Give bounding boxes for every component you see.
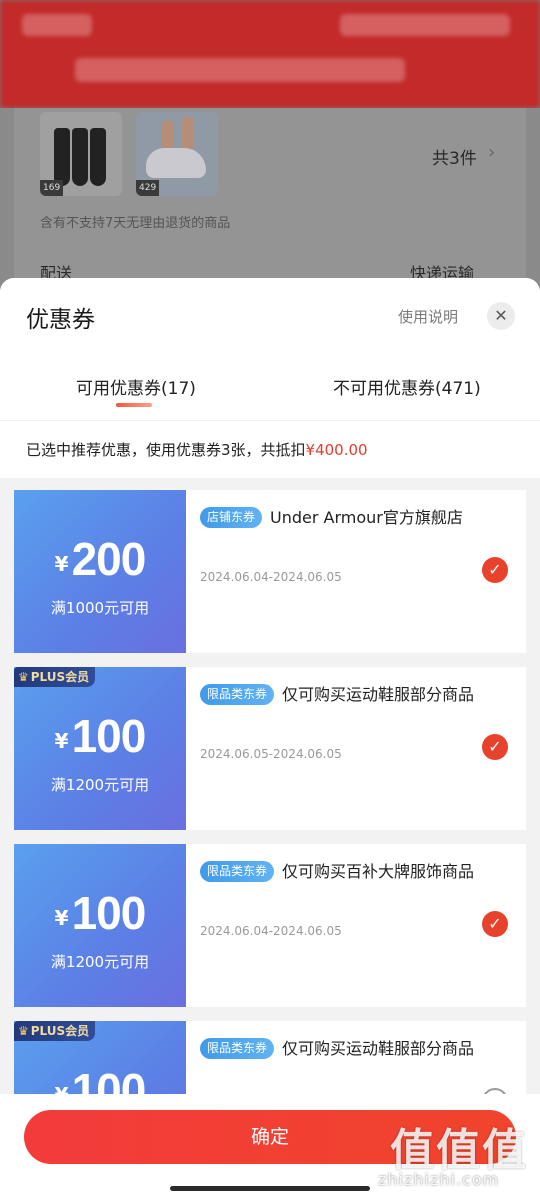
coupon-condition: 满1200元可用 (50, 776, 150, 794)
return-policy-note: 含有不支持7天无理由退货的商品 (40, 216, 231, 231)
watermark-url: zhizhizhi.com (378, 1170, 500, 1189)
coupon-validity-date: 2024.06.05-2024.06.05 (200, 747, 342, 761)
coupon-amount: ¥100 (14, 709, 186, 763)
coupon-amount-value: 100 (71, 710, 147, 762)
active-tab-indicator (116, 403, 152, 407)
coupon-type-badge: 限品类东券 (200, 861, 275, 882)
yen-symbol: ¥ (54, 906, 69, 930)
tab-available-coupons[interactable]: 可用优惠券(17) (76, 374, 196, 399)
coupon-info-panel: 限品类东券 仅可购买运动鞋服部分商品 2024.06.05-2024.06.05 … (186, 667, 526, 830)
coupon-card[interactable]: ¥200 满1000元可用 店铺东券 Under Armour官方旗舰店 2024… (10, 490, 526, 653)
plus-label: PLUS会员 (30, 1024, 90, 1038)
coupon-amount-value: 200 (71, 533, 147, 585)
sheet-header: 优惠券 使用说明 ✕ 可用优惠券(17) 不可用优惠券(471) (0, 278, 540, 420)
chevron-right-icon[interactable]: › (488, 142, 495, 163)
checkmark-icon[interactable]: ✓ (482, 557, 508, 583)
coupon-title-text: 仅可购买百补大牌服饰商品 (282, 862, 475, 881)
watermark-logo: 值值值 (390, 1125, 528, 1176)
coupon-condition: 满1200元可用 (50, 953, 150, 971)
coupon-amount: ¥100 (14, 886, 186, 940)
summary-amount: ¥400.00 (305, 441, 368, 459)
plus-member-tag: ♛ PLUS会员 (14, 1021, 96, 1041)
checkmark-icon[interactable]: ✓ (482, 734, 508, 760)
yen-symbol: ¥ (54, 729, 69, 753)
usage-instructions-link[interactable]: 使用说明 (398, 306, 458, 327)
item-count[interactable]: 共3件 (432, 144, 477, 169)
coupon-info-panel: 限品类东券 仅可购买百补大牌服饰商品 2024.06.04-2024.06.05 … (186, 844, 526, 1007)
summary-prefix: 已选中推荐优惠，使用优惠券3张，共抵扣 (26, 441, 306, 459)
coupon-value-panel: ¥100 满1200元可用 (10, 667, 186, 830)
summary-text: 已选中推荐优惠，使用优惠券3张，共抵扣¥400.00 (26, 439, 368, 460)
coupon-title-text: Under Armour官方旗舰店 (270, 508, 463, 527)
coupon-type-badge: 限品类东券 (200, 1038, 275, 1059)
coupon-title: 限品类东券 仅可购买百补大牌服饰商品 (200, 858, 490, 885)
sheet-title: 优惠券 (26, 307, 95, 333)
coupon-card[interactable]: ¥100 满1200元可用 ♛ PLUS会员 限品类东券 仅可购买运动鞋服部分商品 … (10, 667, 526, 830)
coupon-title: 店铺东券 Under Armour官方旗舰店 (200, 504, 490, 531)
coupon-value-panel: ¥200 满1000元可用 (10, 490, 186, 653)
coupon-amount: ¥200 (14, 532, 186, 586)
coupon-type-badge: 店铺东券 (200, 507, 263, 528)
coupon-type-badge: 限品类东券 (200, 684, 275, 705)
coupon-title: 限品类东券 仅可购买运动鞋服部分商品 (200, 1035, 490, 1062)
product-thumbnail-socks[interactable]: 169 (40, 112, 122, 196)
coupon-title: 限品类东券 仅可购买运动鞋服部分商品 (200, 681, 490, 708)
sock-image (72, 128, 88, 186)
page-title-blurred (75, 58, 405, 82)
status-bar-icons (340, 14, 510, 36)
checkmark-icon[interactable]: ✓ (482, 911, 508, 937)
coupon-title-text: 仅可购买运动鞋服部分商品 (282, 685, 475, 704)
shoe-image (146, 148, 206, 178)
crown-icon: ♛ (18, 1024, 29, 1038)
tab-unavailable-coupons[interactable]: 不可用优惠券(471) (333, 374, 481, 399)
coupon-validity-date: 2024.06.04-2024.06.05 (200, 924, 342, 938)
coupon-validity-date: 2024.06.04-2024.06.05 (200, 570, 342, 584)
sock-image (54, 128, 70, 186)
coupon-amount-value: 100 (71, 887, 147, 939)
coupon-sheet: 优惠券 使用说明 ✕ 可用优惠券(17) 不可用优惠券(471) 已选中推荐优惠… (0, 278, 540, 1200)
coupon-condition: 满1000元可用 (50, 599, 150, 617)
coupon-info-panel: 店铺东券 Under Armour官方旗舰店 2024.06.04-2024.06… (186, 490, 526, 653)
product-thumbnail-shoes[interactable]: 429 (136, 112, 218, 196)
crown-icon: ♛ (18, 670, 29, 684)
plus-member-tag: ♛ PLUS会员 (14, 667, 96, 687)
status-bar-time (22, 14, 92, 36)
selection-summary: 已选中推荐优惠，使用优惠券3张，共抵扣¥400.00 (0, 420, 540, 478)
thumb-price: 169 (40, 180, 64, 196)
close-icon[interactable]: ✕ (487, 302, 515, 330)
coupon-card[interactable]: ¥100 满1200元可用 限品类东券 仅可购买百补大牌服饰商品 2024.06.… (10, 844, 526, 1007)
yen-symbol: ¥ (54, 552, 69, 576)
coupon-title-text: 仅可购买运动鞋服部分商品 (282, 1039, 475, 1058)
home-indicator (170, 1186, 370, 1191)
thumb-price: 429 (136, 180, 160, 196)
top-header-bar (0, 0, 540, 108)
coupon-value-panel: ¥100 满1200元可用 (10, 844, 186, 1007)
sock-image (90, 128, 106, 186)
plus-label: PLUS会员 (30, 670, 90, 684)
